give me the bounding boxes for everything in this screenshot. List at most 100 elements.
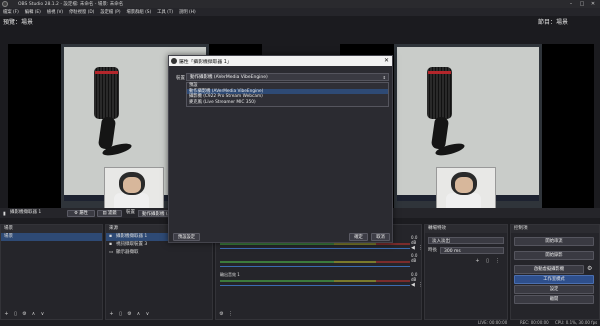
channel-1-meter bbox=[220, 243, 410, 245]
menu-help[interactable]: 說明 (H) bbox=[179, 9, 196, 15]
device-dropdown[interactable]: 動作攝影機 (AVerMedia VibeEngine) ⇕ bbox=[186, 73, 389, 81]
device-label: 裝置 bbox=[126, 210, 135, 215]
mixer-footer: ⚙ ⋮ bbox=[216, 310, 421, 319]
ok-button[interactable]: 確定 bbox=[349, 233, 368, 241]
maximize-icon[interactable]: □ bbox=[577, 0, 587, 8]
scenes-footer: + ▯ ⚙ ∧ ∨ bbox=[1, 310, 102, 319]
channel-3-meter bbox=[220, 280, 410, 282]
menu-edit[interactable]: 編輯 (E) bbox=[25, 9, 41, 15]
defaults-button[interactable]: 預設設定 bbox=[173, 233, 200, 241]
up-arrow-icon[interactable]: ∧ bbox=[31, 312, 36, 317]
gear-icon[interactable]: ⚙ bbox=[587, 265, 592, 272]
dropdown-arrow-icon: ⇕ bbox=[382, 75, 386, 80]
settings-icon[interactable]: ⚙ bbox=[127, 312, 132, 317]
exit-button[interactable]: 離開 bbox=[514, 295, 594, 304]
sources-footer: + ▯ ⚙ ∧ ∨ bbox=[106, 310, 212, 319]
minimize-icon[interactable]: – bbox=[566, 0, 576, 8]
microphone-ring-program bbox=[428, 71, 451, 74]
cpu-fps: CPU: 0.1%, 30.00 fps bbox=[555, 320, 598, 325]
studio-mode-button[interactable]: 工作室模式 bbox=[514, 275, 594, 284]
device-field-label: 裝置 bbox=[176, 76, 185, 81]
menu-docks[interactable]: 停駐視窗 (D) bbox=[69, 9, 94, 15]
channel-3-level: 0.0 dB bbox=[411, 272, 418, 282]
dialog-title-bar: 屬性「攝影機擷取器 1」 ✕ bbox=[169, 56, 392, 66]
device-option[interactable]: 麥克風 (Live Streamer MIC 350) bbox=[187, 100, 388, 106]
monitor-icon: ▭ bbox=[109, 250, 114, 255]
speaker-icon[interactable]: ◀ bbox=[411, 282, 415, 288]
menu-view[interactable]: 檢視 (V) bbox=[47, 9, 63, 15]
menu-dots-icon[interactable]: ⋮ bbox=[418, 282, 423, 288]
start-virtual-camera-button[interactable]: 啟動虛擬攝影機 bbox=[514, 265, 584, 274]
channel-2-meter bbox=[220, 261, 410, 263]
camera-icon: ▪ bbox=[109, 242, 113, 247]
title-bar: OBS Studio 28.1.2 - 設定檔: 未命名 - 場景: 未命名 bbox=[0, 0, 600, 8]
webcam-overlay bbox=[104, 167, 164, 213]
menu-dots-icon[interactable]: ⋮ bbox=[418, 245, 423, 251]
scene-item[interactable]: 場景 bbox=[1, 233, 102, 241]
scenes-dock: 場景 場景 + ▯ ⚙ ∧ ∨ bbox=[0, 224, 103, 320]
obs-app-icon bbox=[2, 1, 8, 7]
trash-icon[interactable]: ▯ bbox=[13, 312, 18, 317]
program-label: 節目：場景 bbox=[538, 19, 569, 26]
transition-select[interactable]: 淡入淡出 bbox=[428, 237, 504, 244]
duration-input[interactable]: 300 ms bbox=[440, 247, 504, 254]
filter-icon: ▤ bbox=[102, 211, 107, 216]
start-recording-button[interactable]: 開始錄影 bbox=[514, 251, 594, 260]
cancel-button[interactable]: 取消 bbox=[371, 233, 390, 241]
camera-icon: ▮ bbox=[3, 211, 6, 217]
device-options-list[interactable]: 預設 動作攝影機 (AVerMedia VibeEngine) 攝影機 (C92… bbox=[186, 82, 389, 107]
close-icon[interactable]: ✕ bbox=[588, 0, 598, 8]
webcam-overlay-program bbox=[436, 167, 496, 213]
menu-tools[interactable]: 工具 (T) bbox=[157, 9, 173, 15]
menu-scene-collection[interactable]: 場景群組 (S) bbox=[127, 9, 152, 15]
channel-2-level: 0.0 dB bbox=[411, 253, 418, 263]
close-icon[interactable]: ✕ bbox=[384, 56, 389, 66]
menu-bar: 檔案 (F) 編輯 (E) 檢視 (V) 停駐視窗 (D) 設定檔 (P) 場景… bbox=[0, 8, 600, 16]
trash-icon[interactable]: ▯ bbox=[118, 312, 123, 317]
person-face-program bbox=[455, 177, 473, 193]
person-face bbox=[123, 177, 141, 193]
speaker-icon[interactable]: ◀ bbox=[411, 245, 415, 251]
settings-icon[interactable]: ⚙ bbox=[22, 312, 27, 317]
channel-2-volume-slider[interactable] bbox=[220, 266, 410, 267]
transitions-dock: 轉場特效 淡入淡出 時長 300 ms + ▯ ⋮ bbox=[424, 224, 508, 320]
add-icon[interactable]: + bbox=[109, 312, 114, 317]
microphone-head-program bbox=[427, 67, 452, 119]
up-arrow-icon[interactable]: ∧ bbox=[136, 312, 141, 317]
add-icon[interactable]: + bbox=[475, 259, 480, 264]
camera-icon: ▪ bbox=[109, 234, 113, 239]
dialog-title: 屬性「攝影機擷取器 1」 bbox=[179, 59, 232, 65]
start-streaming-button[interactable]: 開始串流 bbox=[514, 237, 594, 246]
menu-dots-icon[interactable]: ⋮ bbox=[228, 312, 233, 317]
properties-button[interactable]: ⚙ 屬性 bbox=[67, 210, 95, 217]
trash-icon[interactable]: ▯ bbox=[485, 259, 490, 264]
controls-dock: 控制項 開始串流 開始錄影 啟動虛擬攝影機 ⚙ 工作室模式 設定 離開 bbox=[510, 224, 600, 320]
down-arrow-icon[interactable]: ∨ bbox=[145, 312, 150, 317]
selected-source-name: 攝影機擷取器 1 bbox=[10, 210, 42, 215]
channel-3-volume-slider[interactable] bbox=[220, 285, 410, 286]
add-icon[interactable]: + bbox=[4, 312, 9, 317]
settings-button[interactable]: 設定 bbox=[514, 285, 594, 294]
channel-3-name: 輸出音效 1 bbox=[220, 272, 240, 277]
microphone-ring bbox=[95, 71, 118, 74]
menu-profile[interactable]: 設定檔 (P) bbox=[100, 9, 120, 15]
rec-time: REC: 00:00:00 bbox=[520, 320, 549, 325]
source-item-display[interactable]: ▭ 顯示器擷取 bbox=[106, 249, 212, 257]
gear-icon: ⚙ bbox=[74, 211, 78, 216]
transitions-header: 轉場特效 bbox=[425, 225, 507, 233]
live-time: LIVE: 00:00:00 bbox=[478, 320, 508, 325]
preview-label: 預覽：場景 bbox=[3, 19, 34, 26]
status-bar: LIVE: 00:00:00 REC: 00:00:00 CPU: 0.1%, … bbox=[0, 320, 600, 326]
properties-dialog: 屬性「攝影機擷取器 1」 ✕ 裝置 動作攝影機 (AVerMedia VibeE… bbox=[168, 55, 393, 243]
gear-icon[interactable]: ⚙ bbox=[219, 312, 224, 317]
channel-1-level: 0.0 dB bbox=[411, 235, 418, 245]
obs-app-icon bbox=[171, 58, 177, 64]
window-title: OBS Studio 28.1.2 - 設定檔: 未命名 - 場景: 未命名 bbox=[18, 2, 124, 7]
channel-1-volume-slider[interactable] bbox=[220, 248, 410, 249]
menu-file[interactable]: 檔案 (F) bbox=[3, 9, 19, 15]
microphone-head bbox=[94, 67, 119, 119]
filters-button[interactable]: ▤ 濾鏡 bbox=[97, 210, 122, 217]
scenes-header: 場景 bbox=[1, 225, 102, 233]
menu-dots-icon[interactable]: ⋮ bbox=[495, 259, 500, 264]
down-arrow-icon[interactable]: ∨ bbox=[40, 312, 45, 317]
